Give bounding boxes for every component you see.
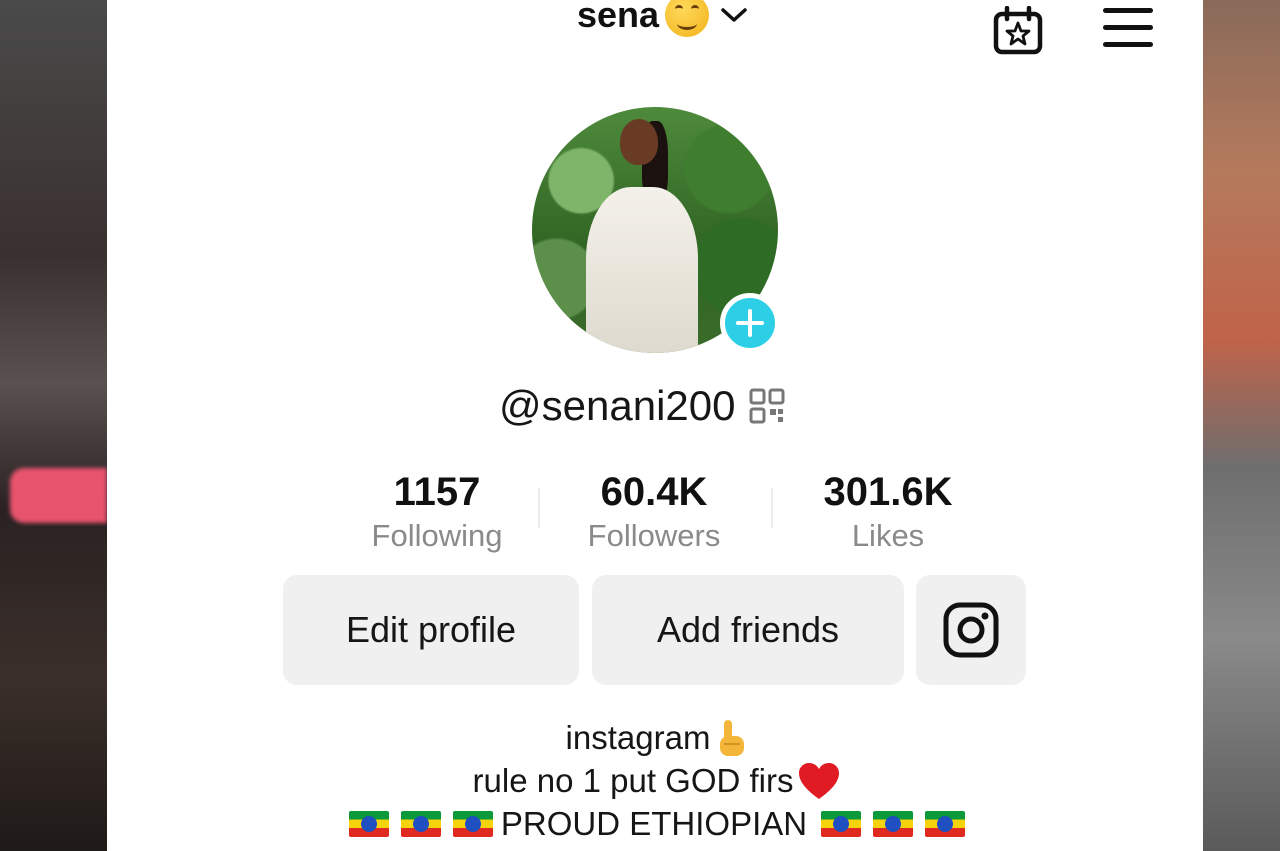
profile-bio: instagram rule no 1 put GOD firs PROUD E…: [307, 716, 1007, 845]
chevron-down-icon: [721, 8, 747, 22]
profile-stats: 1157 Following 60.4K Followers 301.6K Li…: [337, 468, 977, 558]
blurred-background-left: [0, 0, 107, 851]
bio-line-1: instagram: [307, 716, 1007, 759]
plus-icon: [736, 309, 764, 337]
qr-code-icon[interactable]: [749, 388, 785, 424]
stat-value: 60.4K: [600, 470, 708, 514]
stat-likes[interactable]: 301.6K Likes: [788, 468, 988, 556]
profile-handle-row: @senani200: [499, 378, 785, 434]
calendar-star-button[interactable]: [991, 5, 1045, 56]
stat-label: Followers: [587, 518, 721, 553]
ethiopia-flag-icon: [348, 810, 389, 837]
ethiopia-flag-icon: [821, 810, 862, 837]
menu-button[interactable]: [1103, 8, 1157, 52]
username-title: sena: [577, 0, 660, 35]
instagram-button[interactable]: [916, 575, 1026, 685]
blurred-pink-shape: [10, 468, 107, 523]
ethiopia-flag-icon: [873, 810, 914, 837]
ethiopia-flag-icon: [925, 810, 966, 837]
stat-label: Likes: [851, 518, 925, 553]
bio-line-3: PROUD ETHIOPIAN: [307, 802, 1007, 845]
profile-handle: @senani200: [499, 382, 736, 429]
stat-following[interactable]: 1157 Following: [337, 468, 537, 556]
add-friends-button[interactable]: Add friends: [592, 575, 904, 685]
ethiopia-flag-icon: [452, 810, 493, 837]
red-heart-icon: [799, 762, 840, 799]
account-switcher[interactable]: sena: [577, 0, 749, 40]
divider: [538, 488, 540, 528]
blurred-background-right: [1203, 0, 1280, 851]
stat-label: Following: [371, 518, 503, 553]
stat-value: 301.6K: [823, 470, 953, 514]
ethiopia-flag-icon: [400, 810, 441, 837]
instagram-icon: [943, 602, 999, 658]
calendar-star-icon: [993, 5, 1043, 55]
smiling-face-emoji-icon: [665, 0, 710, 37]
hamburger-icon: [1103, 8, 1153, 13]
pointing-up-hand-icon: [720, 719, 745, 756]
stat-value: 1157: [393, 470, 481, 514]
add-story-button[interactable]: [720, 293, 780, 353]
divider: [771, 488, 773, 528]
profile-avatar[interactable]: [532, 107, 780, 353]
stat-followers[interactable]: 60.4K Followers: [554, 468, 754, 556]
edit-profile-button[interactable]: Edit profile: [283, 575, 579, 685]
profile-screen: sena @senani200 1157 Following 60.4K Fol…: [107, 0, 1203, 851]
bio-line-2: rule no 1 put GOD firs: [307, 759, 1007, 802]
